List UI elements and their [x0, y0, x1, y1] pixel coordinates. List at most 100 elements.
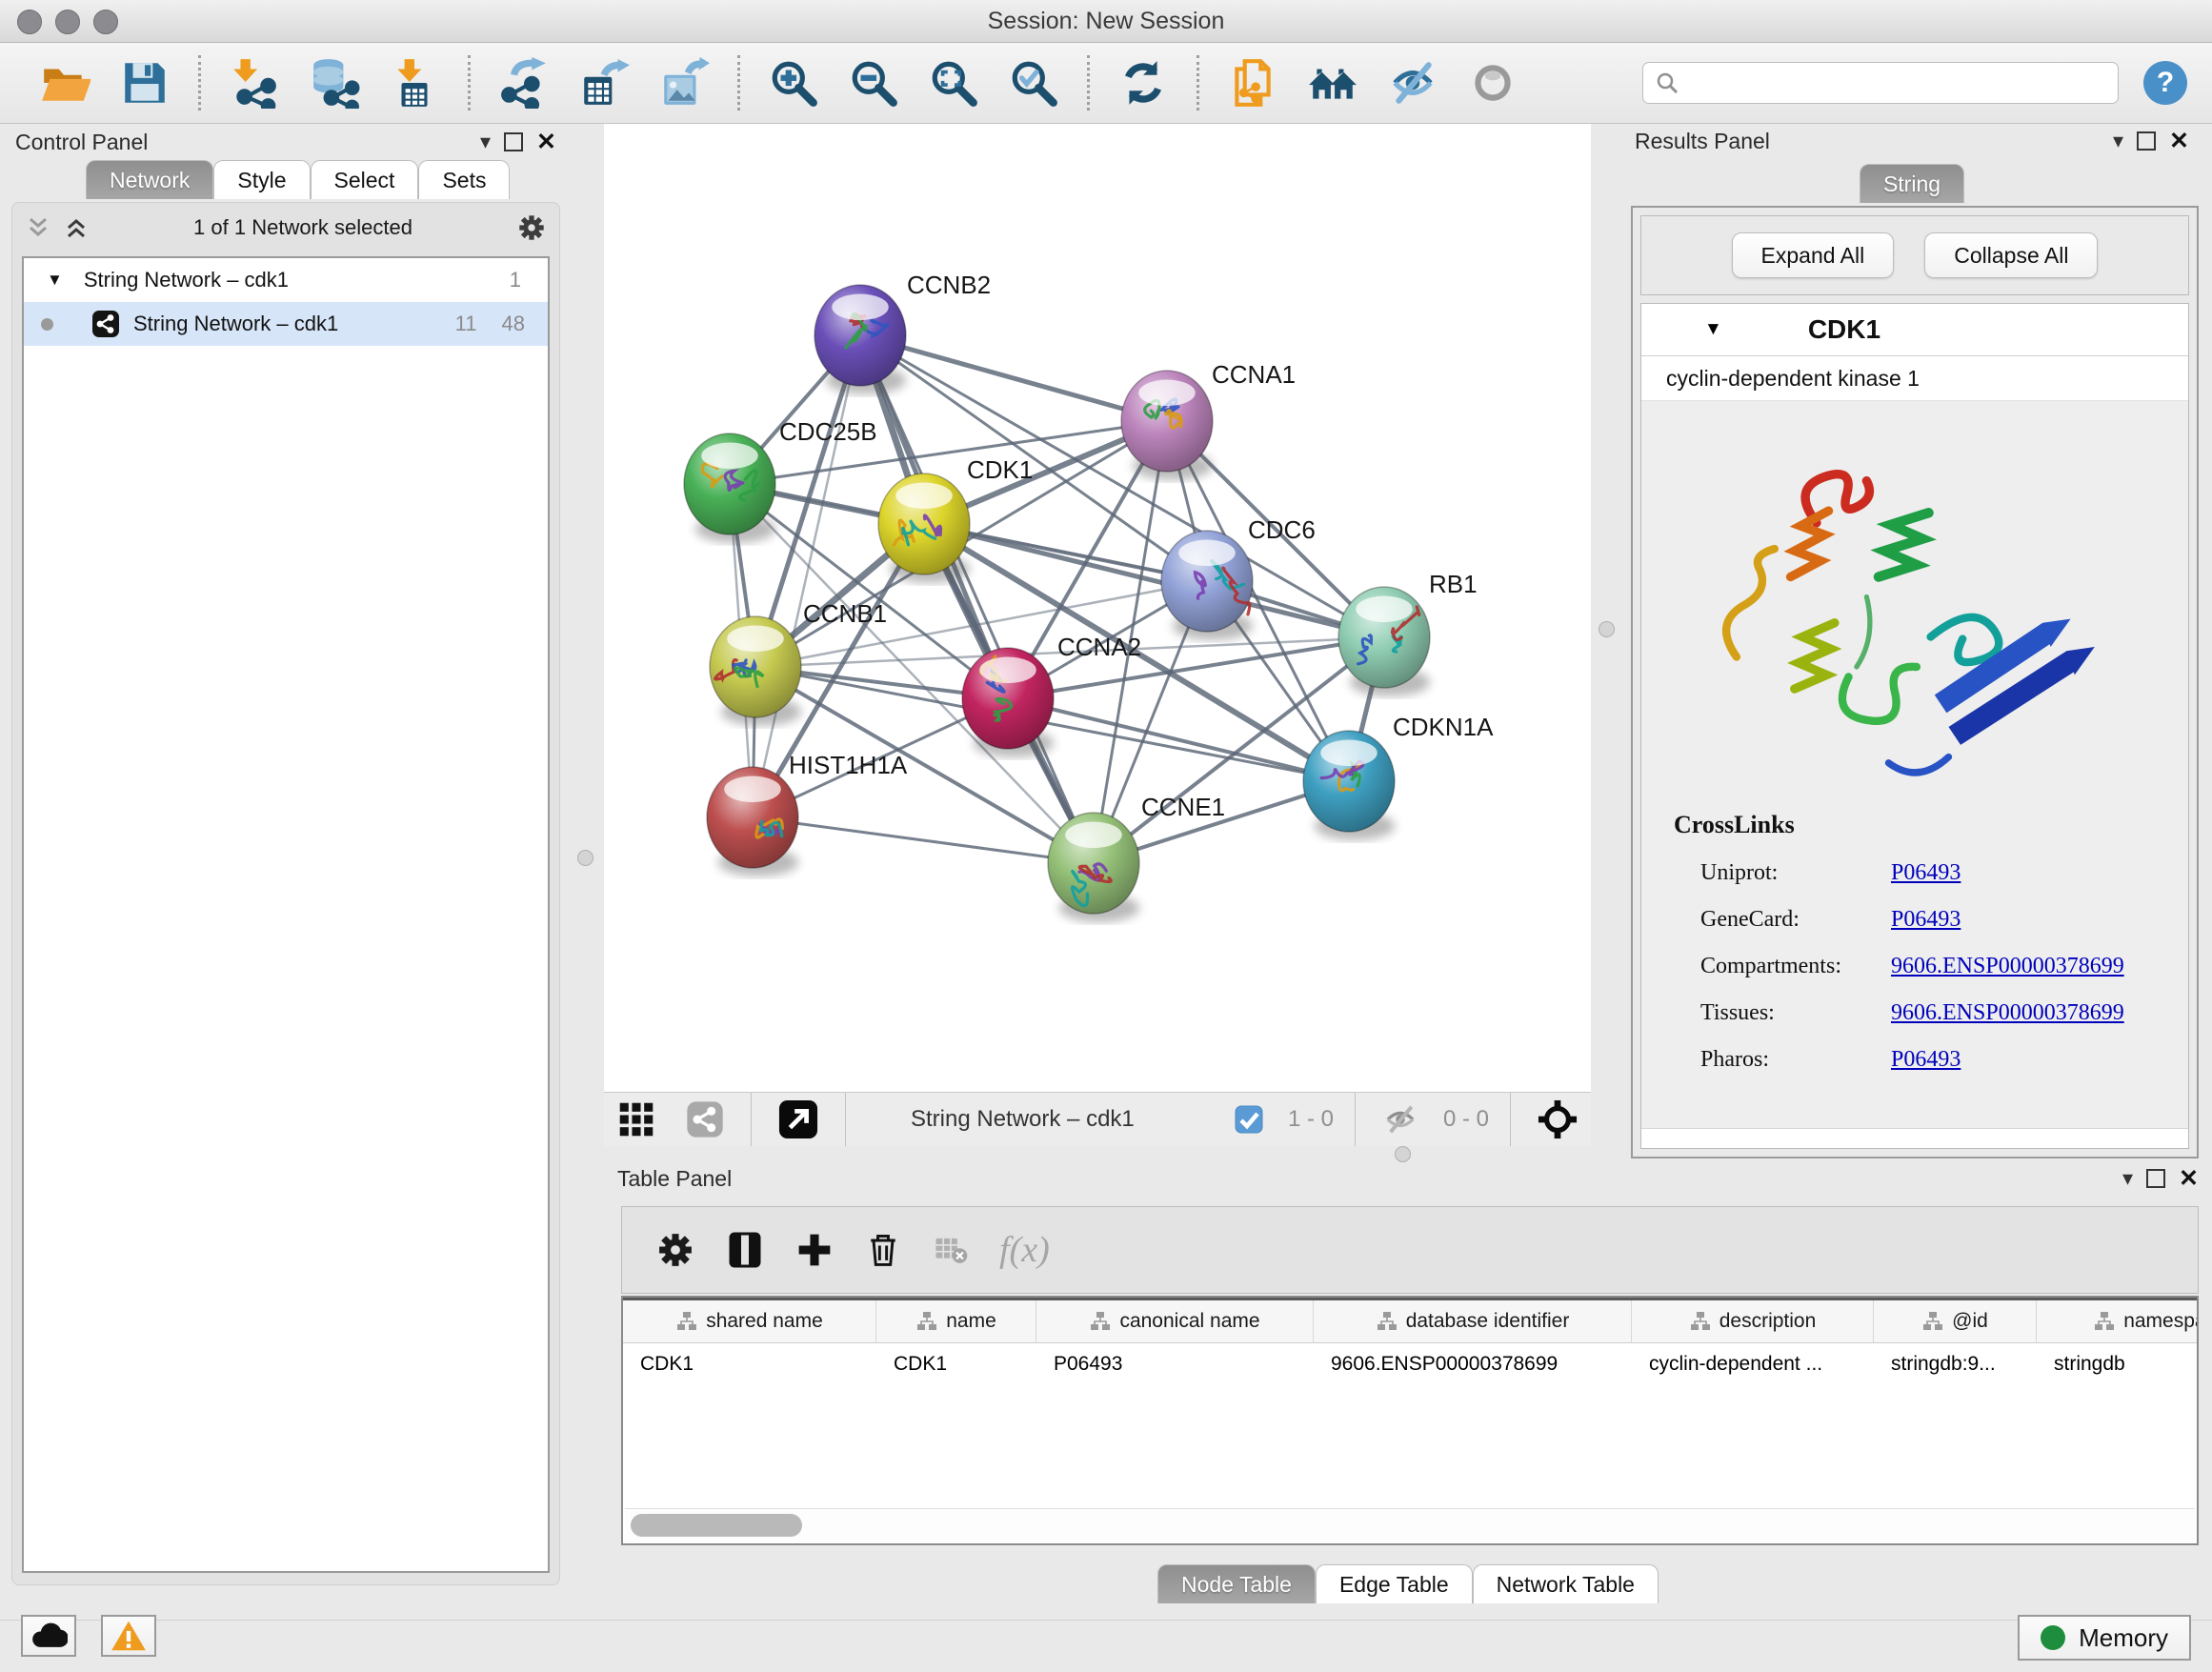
table-horizontal-scrollbar[interactable] — [625, 1508, 2195, 1541]
tab-network[interactable]: Network — [86, 160, 213, 199]
crosslink-link[interactable]: 9606.ENSP00000378699 — [1891, 954, 2124, 979]
network-node-ccna1[interactable]: CCNA1 — [1121, 360, 1296, 480]
panel-float-icon[interactable] — [504, 132, 523, 151]
export-table-icon[interactable] — [578, 57, 630, 109]
edge-HIST1H1A-CCNE1[interactable] — [753, 817, 1094, 863]
crosslink-link[interactable]: P06493 — [1891, 907, 1961, 933]
expand-all-icon[interactable] — [64, 215, 89, 240]
network-dot-icon — [41, 318, 53, 331]
import-network-icon[interactable] — [229, 57, 280, 109]
delete-column-icon[interactable] — [864, 1231, 902, 1269]
edge-CCNB2-HIST1H1A[interactable] — [753, 335, 860, 817]
network-collection-row[interactable]: ▼ String Network – cdk1 1 — [24, 258, 548, 302]
panel-close-icon[interactable]: ✕ — [536, 128, 556, 156]
zoom-out-icon[interactable] — [848, 57, 899, 109]
tab-string[interactable]: String — [1860, 164, 1964, 203]
right-divider-handle[interactable] — [1599, 621, 1615, 637]
panel-collapse-icon[interactable]: ▾ — [480, 130, 491, 154]
network-node-ccnb2[interactable]: CCNB2 — [814, 271, 991, 394]
tab-edge-table[interactable]: Edge Table — [1316, 1564, 1473, 1603]
window-zoom-button[interactable] — [93, 10, 118, 34]
refresh-icon[interactable] — [1117, 57, 1169, 109]
warning-icon — [111, 1620, 147, 1652]
window-close-button[interactable] — [17, 10, 42, 34]
string-view-icon[interactable] — [686, 1100, 724, 1138]
show-eye-icon[interactable] — [1467, 57, 1518, 109]
node-label-hist1h1a: HIST1H1A — [789, 751, 908, 779]
left-divider-handle[interactable] — [577, 850, 593, 866]
delete-table-icon[interactable] — [933, 1232, 969, 1268]
memory-button[interactable]: Memory — [2018, 1615, 2191, 1661]
save-session-icon[interactable] — [119, 57, 171, 109]
column-type-icon — [1689, 1310, 1712, 1333]
crosslinks-header: CrossLinks — [1674, 811, 2124, 839]
add-column-icon[interactable] — [795, 1231, 834, 1269]
warning-button[interactable] — [101, 1615, 156, 1657]
zoom-fit-icon[interactable] — [928, 57, 979, 109]
network-node-rb1[interactable]: RB1 — [1338, 570, 1478, 696]
network-node-cdc6[interactable]: CDC6 — [1161, 515, 1316, 640]
panel-float-icon[interactable] — [2146, 1169, 2165, 1188]
gear-icon[interactable] — [517, 213, 546, 242]
network-canvas[interactable]: CCNB2CCNA1CDC25BCDK1CDC6RB1CCNB1CCNA2CDK… — [604, 124, 1591, 1092]
collapse-all-button[interactable]: Collapse All — [1924, 232, 2098, 278]
function-builder-icon[interactable]: f(x) — [999, 1229, 1050, 1271]
panel-close-icon[interactable]: ✕ — [2179, 1164, 2199, 1193]
birdseye-icon[interactable] — [617, 1100, 655, 1138]
edge-CCNB2-CCNA1[interactable] — [860, 335, 1167, 421]
table-row[interactable]: CDK1CDK1P064939606.ENSP00000378699cyclin… — [623, 1343, 2197, 1385]
network-node-cdk1[interactable]: CDK1 — [878, 455, 1033, 583]
column-header-canonical-name[interactable]: canonical name — [1036, 1300, 1314, 1342]
home-icon[interactable] — [1307, 57, 1358, 109]
hidden-eye-icon[interactable] — [1382, 1101, 1418, 1138]
crosslink-link[interactable]: P06493 — [1891, 1047, 1961, 1073]
export-network-icon[interactable] — [498, 57, 550, 109]
search-input[interactable] — [1642, 62, 2119, 104]
column-header--id[interactable]: @id — [1874, 1300, 2037, 1342]
table-cell: CDK1 — [876, 1343, 1036, 1385]
external-view-icon[interactable] — [778, 1099, 818, 1139]
tree-expand-icon[interactable]: ▼ — [47, 271, 63, 290]
table-gear-icon[interactable] — [656, 1231, 694, 1269]
network-node-ccne1[interactable]: CCNE1 — [1048, 793, 1225, 922]
cloud-button[interactable] — [21, 1615, 76, 1657]
panel-collapse-icon[interactable]: ▾ — [2122, 1166, 2133, 1191]
column-header-description[interactable]: description — [1632, 1300, 1874, 1342]
expand-all-button[interactable]: Expand All — [1732, 232, 1895, 278]
import-table-icon[interactable] — [389, 57, 440, 109]
section-collapse-icon[interactable]: ▼ — [1704, 319, 1722, 340]
zoom-selected-icon[interactable] — [1008, 57, 1059, 109]
tab-node-table[interactable]: Node Table — [1157, 1564, 1316, 1603]
crosshair-icon[interactable] — [1538, 1099, 1578, 1139]
column-header-database-identifier[interactable]: database identifier — [1314, 1300, 1632, 1342]
share-document-icon[interactable] — [1227, 57, 1278, 109]
collapse-all-icon[interactable] — [26, 215, 50, 240]
crosslink-link[interactable]: 9606.ENSP00000378699 — [1891, 1000, 2124, 1026]
show-columns-icon[interactable] — [725, 1230, 765, 1270]
network-node-hist1h1a[interactable]: HIST1H1A — [707, 751, 908, 876]
column-header-name[interactable]: name — [876, 1300, 1036, 1342]
panel-close-icon[interactable]: ✕ — [2169, 127, 2189, 155]
zoom-in-icon[interactable] — [768, 57, 819, 109]
tab-select[interactable]: Select — [311, 160, 419, 199]
export-image-icon[interactable] — [658, 57, 710, 109]
column-header-namespace[interactable]: namespace — [2037, 1300, 2199, 1342]
tab-network-table[interactable]: Network Table — [1473, 1564, 1659, 1603]
network-row-selected[interactable]: String Network – cdk1 11 48 — [24, 302, 548, 346]
panel-collapse-icon[interactable]: ▾ — [2113, 129, 2123, 153]
column-header-shared-name[interactable]: shared name — [623, 1300, 876, 1342]
panel-float-icon[interactable] — [2137, 131, 2156, 151]
cdk1-section-header[interactable]: ▼ CDK1 — [1641, 304, 2188, 356]
open-session-icon[interactable] — [39, 57, 90, 109]
tab-style[interactable]: Style — [213, 160, 310, 199]
hide-eye-icon[interactable] — [1387, 57, 1438, 109]
help-button[interactable]: ? — [2143, 61, 2187, 105]
scrollbar-thumb[interactable] — [631, 1514, 802, 1537]
crosslink-link[interactable]: P06493 — [1891, 860, 1961, 886]
window-minimize-button[interactable] — [55, 10, 80, 34]
tab-sets[interactable]: Sets — [418, 160, 510, 199]
edge-CCNB2-CCNE1[interactable] — [860, 335, 1094, 863]
selected-checkbox-icon[interactable] — [1235, 1105, 1263, 1134]
network-node-cdkn1a[interactable]: CDKN1A — [1303, 713, 1494, 840]
import-database-icon[interactable] — [309, 57, 360, 109]
